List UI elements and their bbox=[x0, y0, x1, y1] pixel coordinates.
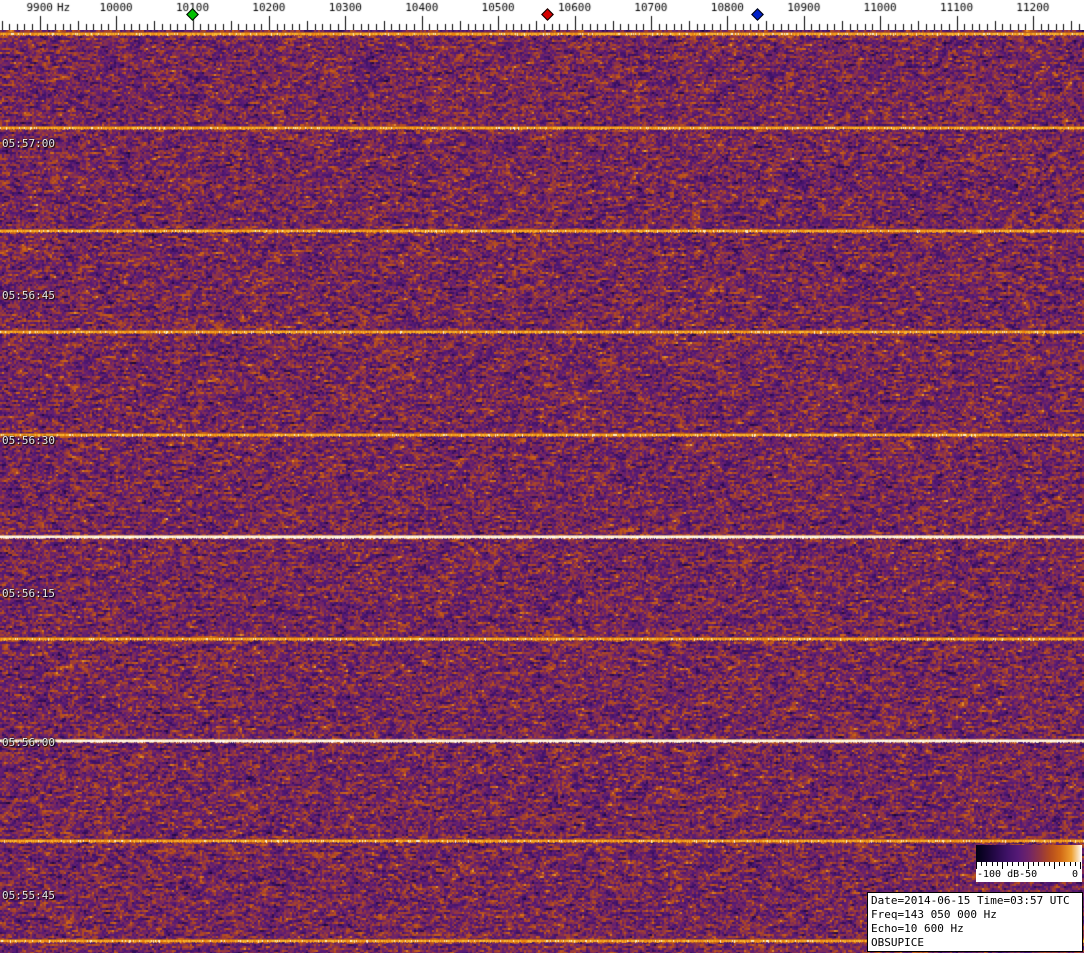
colorbar-tick bbox=[1075, 862, 1076, 866]
info-line-freq: Freq=143 050 000 Hz bbox=[871, 908, 1079, 922]
info-line-station: OBSUPICE bbox=[871, 936, 1079, 950]
frequency-ruler bbox=[0, 0, 1084, 30]
colorbar-tick bbox=[1070, 862, 1071, 866]
colorbar-tick bbox=[1002, 862, 1003, 869]
info-line-echo: Echo=10 600 Hz bbox=[871, 922, 1079, 936]
time-label: 05:55:45 bbox=[2, 889, 55, 902]
spectrogram-screen: 05:57:00 05:56:45 05:56:30 05:56:15 05:56:00… bbox=[0, 0, 1084, 953]
colorbar-tick bbox=[997, 862, 998, 866]
colorbar-tick bbox=[1038, 862, 1039, 866]
colorbar-scale: -100 dB -50 0 bbox=[976, 862, 1082, 882]
colorbar-tick bbox=[1023, 862, 1024, 866]
colorbar-tick bbox=[1028, 862, 1029, 869]
info-line-date: Date=2014-06-15 Time=03:57 UTC bbox=[871, 894, 1079, 908]
waterfall-spectrogram-canvas bbox=[0, 30, 1084, 953]
colorbar-tick bbox=[1007, 862, 1008, 866]
time-label: 05:57:00 bbox=[2, 137, 55, 150]
colorbar-label-mid: -50 bbox=[1019, 869, 1037, 880]
colorbar-tick bbox=[1054, 862, 1055, 869]
colorbar-tick bbox=[1059, 862, 1060, 866]
waterfall-area: 05:57:00 05:56:45 05:56:30 05:56:15 05:56:00… bbox=[0, 30, 1084, 953]
time-label: 05:56:15 bbox=[2, 587, 55, 600]
colorbar-label-min: -100 dB bbox=[977, 869, 1019, 880]
amplitude-colorbar: -100 dB -50 0 bbox=[976, 845, 1082, 882]
colorbar-tick bbox=[981, 862, 982, 866]
time-label: 05:56:00 bbox=[2, 736, 55, 749]
colorbar-tick bbox=[1033, 862, 1034, 866]
colorbar-label-max: 0 bbox=[1072, 869, 1078, 880]
colorbar-tick bbox=[992, 862, 993, 866]
time-label: 05:56:30 bbox=[2, 434, 55, 447]
colorbar-gradient bbox=[976, 845, 1082, 862]
colorbar-tick bbox=[1012, 862, 1013, 866]
colorbar-tick bbox=[986, 862, 987, 866]
colorbar-tick bbox=[1080, 862, 1081, 869]
colorbar-tick bbox=[1018, 862, 1019, 866]
colorbar-tick bbox=[976, 862, 977, 869]
colorbar-tick bbox=[1049, 862, 1050, 866]
colorbar-tick bbox=[1064, 862, 1065, 866]
time-label: 05:56:45 bbox=[2, 289, 55, 302]
info-box: Date=2014-06-15 Time=03:57 UTC Freq=143 … bbox=[867, 892, 1083, 952]
colorbar-tick bbox=[1044, 862, 1045, 866]
